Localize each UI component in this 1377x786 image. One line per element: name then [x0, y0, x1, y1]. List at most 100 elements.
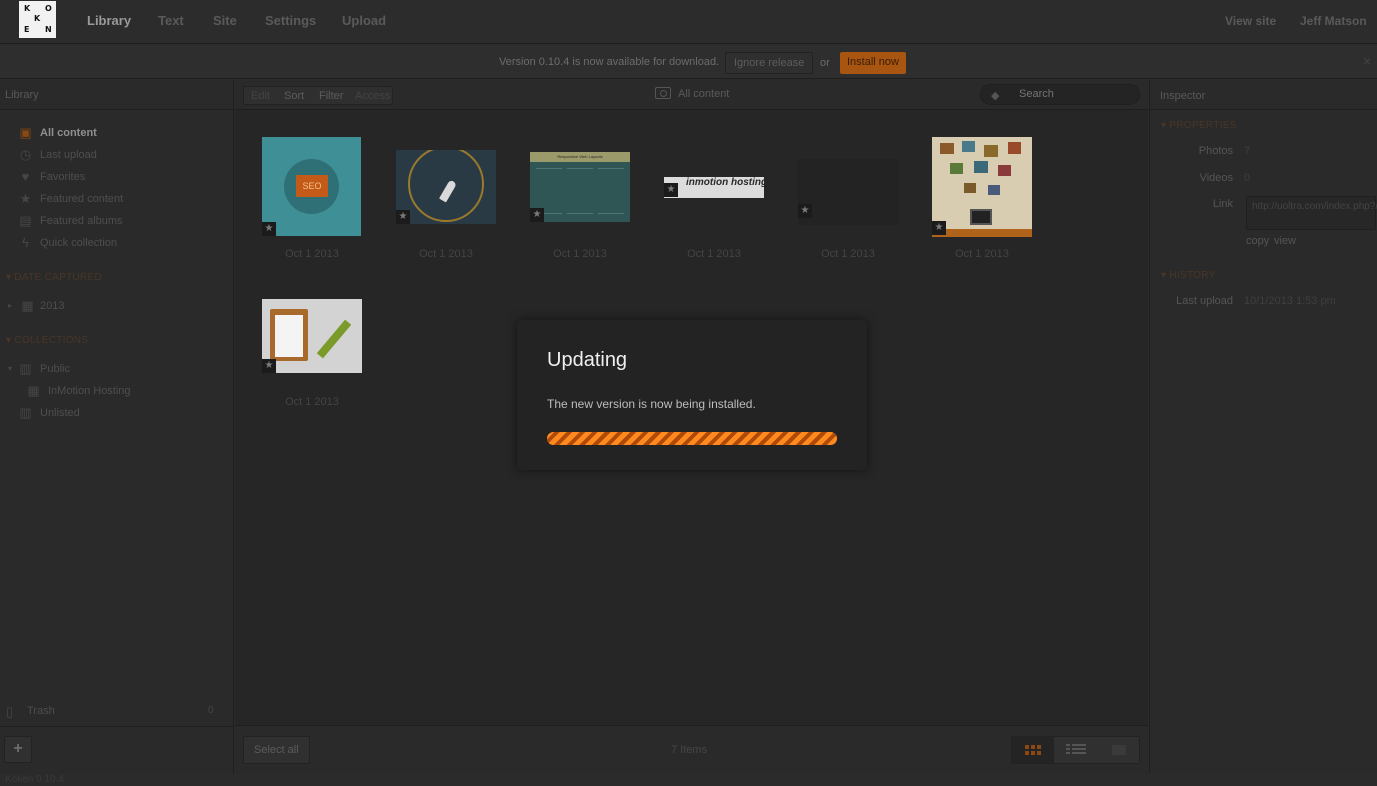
heart-icon: ♥ — [21, 169, 30, 184]
paper-graphic — [275, 315, 303, 357]
slide-title: Responsive Web Layouts — [530, 152, 630, 162]
thumbnail-image: inmotion hosting — [664, 177, 764, 198]
logo-letter: K — [34, 14, 41, 23]
thumbnail-date: Oct 1 2013 — [687, 248, 741, 260]
nav-settings[interactable]: Settings — [265, 13, 316, 28]
sidebar-item-label: Featured albums — [40, 215, 123, 227]
app-icon-graphic — [950, 163, 963, 174]
star-icon[interactable]: ★ — [664, 183, 678, 197]
inspector-header: Inspector — [1150, 80, 1377, 110]
star-icon[interactable]: ★ — [262, 359, 276, 373]
nav-site[interactable]: Site — [213, 13, 237, 28]
bottom-strip — [932, 229, 1032, 237]
thumbnail-date: Oct 1 2013 — [955, 248, 1009, 260]
view-switcher — [1011, 736, 1140, 764]
library-sidebar: Library ▣ All content ◷ Last upload ♥ Fa… — [0, 80, 234, 773]
star-icon[interactable]: ★ — [262, 222, 276, 236]
lightning-icon: ϟ — [22, 235, 29, 250]
logo-letter: K — [24, 4, 31, 13]
star-icon[interactable]: ★ — [932, 221, 946, 235]
tab-access[interactable]: Access — [355, 90, 390, 102]
inspector-title: Inspector — [1160, 90, 1206, 102]
last-upload-label: Last upload — [1176, 295, 1233, 307]
section-label: PROPERTIES — [1169, 120, 1237, 131]
progress-bar — [547, 432, 837, 445]
app-icon-graphic — [964, 183, 976, 193]
trash-icon: ▯ — [6, 704, 14, 719]
close-icon[interactable]: × — [1363, 53, 1371, 69]
star-icon[interactable]: ★ — [798, 204, 812, 218]
large-view-button[interactable] — [1098, 737, 1140, 763]
videos-value: 0 — [1244, 172, 1251, 184]
trash-count: 0 — [208, 705, 214, 716]
search-input[interactable] — [1019, 88, 1129, 100]
calendar-icon: ▦ — [21, 298, 34, 313]
trash-item[interactable]: ▯ Trash 0 — [0, 700, 234, 726]
thumbnail-date: Oct 1 2013 — [285, 248, 339, 260]
content-footer: Select all 7 Items — [235, 725, 1148, 773]
user-menu[interactable]: Jeff Matson — [1300, 14, 1367, 28]
sidebar-item-label: InMotion Hosting — [48, 385, 131, 397]
tab-sort[interactable]: Sort — [284, 90, 304, 102]
sidebar-footer: + — [0, 726, 234, 773]
updating-dialog: Updating The new version is now being in… — [517, 320, 867, 470]
view-link[interactable]: view — [1274, 235, 1296, 247]
inspector-panel: Inspector ▾ PROPERTIES Photos 7 Videos 0… — [1149, 80, 1377, 773]
sidebar-header: Library — [0, 80, 234, 110]
tab-filter[interactable]: Filter — [319, 90, 343, 102]
nav-text[interactable]: Text — [158, 13, 184, 28]
sidebar-item-label: Featured content — [40, 193, 124, 205]
koken-logo[interactable]: K O K E N — [19, 1, 56, 38]
clock-icon: ◷ — [19, 147, 32, 162]
thumbnail-date: Oct 1 2013 — [821, 248, 875, 260]
logo-letter: N — [45, 25, 52, 34]
section-label: HISTORY — [1169, 270, 1216, 281]
logo-letter: O — [45, 4, 52, 13]
copy-link[interactable]: copy — [1246, 235, 1269, 247]
collections-section[interactable]: ▾ COLLECTIONS — [6, 335, 88, 346]
sidebar-title: Library — [5, 89, 39, 101]
pencil-icon — [316, 319, 352, 359]
slide-column — [598, 168, 624, 214]
content-toolbar: Edit Sort Filter Access All content ◆ — [235, 80, 1148, 110]
thumbnail-date: Oct 1 2013 — [553, 248, 607, 260]
thumbnail-image — [798, 159, 898, 225]
date-captured-section[interactable]: ▾ DATE CAPTURED — [6, 272, 102, 283]
grid-icon — [1025, 745, 1041, 755]
app-icon-graphic — [1008, 142, 1021, 154]
slide-column — [567, 168, 593, 214]
videos-label: Videos — [1199, 172, 1233, 184]
link-field[interactable]: http://uoltra.com/index.php?/content/ — [1246, 196, 1377, 230]
large-tile-icon — [1112, 745, 1126, 755]
last-upload-value: 10/1/2013 1:53 pm — [1244, 295, 1336, 307]
nav-upload[interactable]: Upload — [342, 13, 386, 28]
camera-icon: ▣ — [19, 125, 32, 140]
set-icon: ▥ — [19, 405, 32, 420]
camera-icon — [655, 87, 671, 99]
section-label: DATE CAPTURED — [14, 272, 103, 283]
list-view-button[interactable] — [1055, 737, 1097, 763]
properties-section[interactable]: ▾ PROPERTIES — [1161, 120, 1237, 131]
progress-fill — [547, 432, 837, 445]
photos-label: Photos — [1198, 145, 1233, 157]
caret-down-icon: ▾ — [7, 364, 12, 373]
tab-edit[interactable]: Edit — [251, 90, 270, 102]
star-icon[interactable]: ★ — [530, 208, 544, 222]
photos-value: 7 — [1244, 145, 1251, 157]
app-icon-graphic — [962, 141, 975, 152]
ignore-release-button[interactable]: Ignore release — [725, 52, 814, 74]
install-now-button[interactable]: Install now — [840, 52, 906, 74]
breadcrumb-label: All content — [678, 88, 730, 100]
thumbnail-date: Oct 1 2013 — [285, 396, 339, 408]
nav-library[interactable]: Library — [87, 13, 131, 28]
select-all-button[interactable]: Select all — [243, 736, 310, 764]
add-button[interactable]: + — [4, 736, 32, 763]
view-site-link[interactable]: View site — [1225, 14, 1276, 28]
app-icon-graphic — [940, 143, 954, 154]
history-section[interactable]: ▾ HISTORY — [1161, 270, 1216, 281]
inmotion-logo-text: inmotion hosting — [686, 177, 764, 188]
star-icon: ★ — [19, 191, 32, 206]
star-icon[interactable]: ★ — [396, 210, 410, 224]
sidebar-item-label: Last upload — [40, 149, 97, 161]
grid-view-button[interactable] — [1012, 737, 1054, 763]
